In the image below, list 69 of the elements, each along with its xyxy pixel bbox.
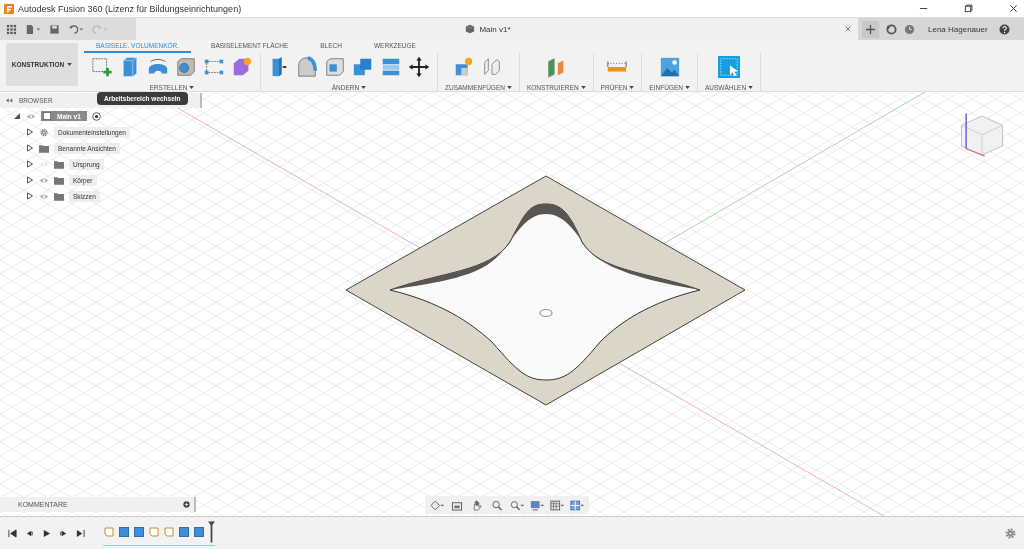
- sketch-feature-icon[interactable]: [103, 525, 115, 538]
- caret-icon: [684, 86, 690, 89]
- play-icon[interactable]: [42, 528, 51, 538]
- file-icon[interactable]: [25, 23, 41, 35]
- close-icon[interactable]: [1009, 4, 1018, 13]
- window-title: Autodesk Fusion 360 (Lizenz für Bildungseinrichtungen): [18, 3, 242, 14]
- eye-icon[interactable]: [26, 112, 36, 120]
- extrude-feature-icon[interactable]: [118, 525, 130, 538]
- sketch-icon[interactable]: [91, 56, 113, 78]
- user-name[interactable]: Lena Hagenauer: [928, 24, 988, 34]
- timeline-marker-icon[interactable]: [208, 520, 215, 543]
- apps-grid-icon[interactable]: [6, 23, 17, 35]
- expand-toggle-icon[interactable]: [26, 160, 34, 168]
- display-icon[interactable]: [530, 499, 544, 511]
- close-tab-icon[interactable]: [844, 25, 852, 33]
- save-icon[interactable]: [49, 23, 60, 35]
- expand-toggle-icon[interactable]: [26, 144, 34, 152]
- expand-toggle-icon[interactable]: [26, 176, 34, 184]
- select-icon[interactable]: [718, 56, 741, 78]
- caret-icon: [506, 86, 512, 89]
- layers-icon[interactable]: [380, 56, 402, 78]
- eye-icon[interactable]: [39, 192, 49, 200]
- maximize-icon[interactable]: [964, 4, 973, 13]
- zoom-fit-icon[interactable]: [510, 499, 524, 511]
- caret-icon: [748, 86, 754, 89]
- hole-icon[interactable]: [175, 56, 197, 78]
- last-frame-icon[interactable]: [76, 528, 85, 538]
- radio-icon[interactable]: [91, 111, 101, 121]
- collapse-icon[interactable]: [6, 98, 13, 103]
- sketch-feature-icon[interactable]: [163, 525, 175, 538]
- cube-icon: [465, 24, 476, 34]
- fillet-icon[interactable]: [296, 56, 318, 78]
- extrude-feature-icon[interactable]: [193, 525, 205, 538]
- caret-icon: [67, 63, 73, 66]
- grid-icon[interactable]: [550, 499, 564, 511]
- orbit-icon[interactable]: [430, 499, 444, 511]
- clock-icon[interactable]: [904, 23, 915, 35]
- viewports-icon[interactable]: [570, 499, 584, 511]
- sketch-feature-icon[interactable]: [148, 525, 160, 538]
- first-frame-icon[interactable]: [8, 528, 17, 538]
- eye-icon[interactable]: [39, 176, 49, 184]
- step-forward-icon[interactable]: [59, 528, 68, 538]
- caret-icon: [361, 86, 367, 89]
- expand-toggle-icon[interactable]: [26, 192, 34, 200]
- add-icon[interactable]: [862, 20, 879, 38]
- add-comment-icon[interactable]: [183, 501, 190, 508]
- camera-icon[interactable]: [450, 499, 464, 511]
- step-back-icon[interactable]: [25, 528, 34, 538]
- expand-toggle-icon[interactable]: [13, 112, 21, 120]
- move-icon[interactable]: [408, 56, 430, 78]
- extrude-feature-icon[interactable]: [178, 525, 190, 538]
- app-logo-icon: [4, 3, 14, 14]
- help-icon[interactable]: [998, 23, 1010, 35]
- cubes-icon[interactable]: [352, 56, 374, 78]
- image-icon[interactable]: [658, 56, 681, 78]
- gear-icon: [39, 127, 49, 137]
- document-tab[interactable]: Main v1*: [136, 18, 858, 40]
- caret-icon: [580, 86, 586, 89]
- extrude-feature-icon[interactable]: [133, 525, 145, 538]
- caret-icon: [189, 86, 195, 89]
- undo-icon[interactable]: [68, 23, 84, 35]
- expand-toggle-icon[interactable]: [26, 128, 34, 136]
- document-icon: [43, 112, 51, 120]
- shell-icon[interactable]: [324, 56, 346, 78]
- settings-icon[interactable]: [1005, 527, 1016, 539]
- zoom-icon[interactable]: [490, 499, 504, 511]
- refresh-icon[interactable]: [886, 23, 897, 35]
- caret-icon: [629, 86, 635, 89]
- form-cube-icon[interactable]: [231, 56, 253, 78]
